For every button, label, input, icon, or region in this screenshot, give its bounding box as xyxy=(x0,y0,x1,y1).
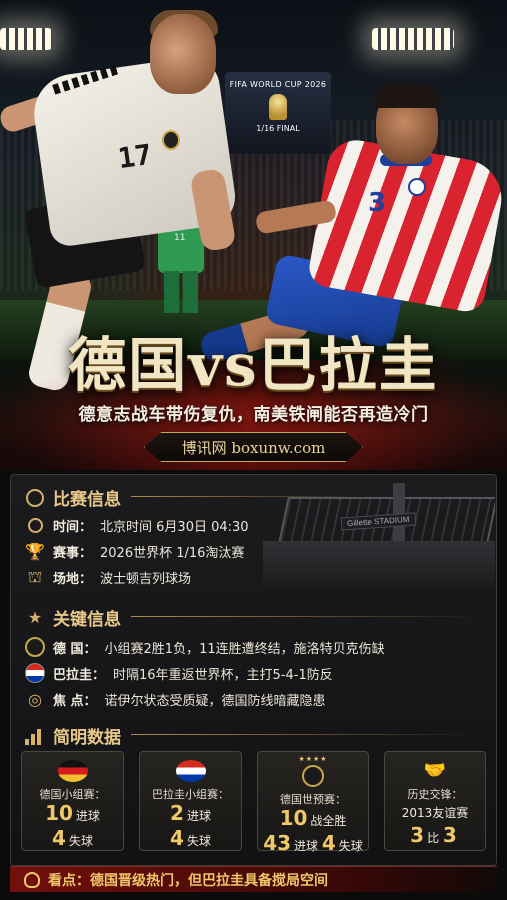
target-icon: ◎ xyxy=(28,689,42,709)
paraguay-player-hair xyxy=(374,84,440,108)
stat-goals-scored-label: 进球 xyxy=(75,809,100,823)
stat-goals-scored: 43 xyxy=(263,831,292,855)
clock-icon xyxy=(25,515,45,535)
star-icon: ★ xyxy=(27,608,43,627)
stat-card-line2: 4 失球 xyxy=(22,827,123,852)
stat-goals-scored-label: 进球 xyxy=(294,839,319,853)
highlight-footer: 看点：德国晋级热门，但巴拉圭具备搅局空间 xyxy=(10,866,497,892)
stat-card-title: 德国小组赛： xyxy=(39,788,106,801)
match-time-row: 时间： 北京时间 6月30日 04:30 xyxy=(25,515,249,535)
paraguay-shirt-number: 3 xyxy=(368,188,387,218)
stats-title: 简明数据 xyxy=(53,728,121,748)
handshake-icon: 🤝 xyxy=(423,760,447,781)
brand-text: 博讯网 boxunw.com xyxy=(181,438,326,457)
germany-crest-icon xyxy=(25,637,45,657)
bar-chart-icon xyxy=(25,727,45,745)
key-info-header: ★ 关键信息 xyxy=(25,605,121,630)
stat-card-line1: 2 进球 xyxy=(140,802,241,827)
stadium-body xyxy=(263,541,495,589)
match-info-header: 比赛信息 xyxy=(25,485,121,510)
headline-paraguay: 巴拉圭 xyxy=(258,331,439,399)
match-venue-value: 波士顿吉列球场 xyxy=(100,571,192,587)
paraguay-flag-icon xyxy=(25,663,45,683)
key-paraguay-row: 巴拉圭： 时隔16年重返世界杯，主打5-4-1防反 xyxy=(25,663,333,683)
stat-goals-scored: 2 xyxy=(170,801,184,825)
stat-goals-conceded-label: 失球 xyxy=(186,834,211,848)
germany-player-head xyxy=(150,14,216,94)
match-time-label: 时间： xyxy=(53,519,93,535)
key-paraguay-value: 时隔16年重返世界杯，主打5-4-1防反 xyxy=(113,667,333,683)
stat-card-title: 德国世预赛： xyxy=(280,793,346,806)
stats-header: 简明数据 xyxy=(25,723,121,748)
brand-link[interactable]: 博讯网 boxunw.com xyxy=(144,432,363,462)
stadium-illustration: Gillette STADIUM xyxy=(243,475,495,593)
key-info-title: 关键信息 xyxy=(53,610,121,630)
match-venue-label: 场地： xyxy=(53,571,93,587)
stat-goals-conceded: 4 xyxy=(52,826,66,850)
stat-card-line1: 10 战全胜 xyxy=(258,807,368,832)
stadium-icon: ⛫ xyxy=(27,566,43,586)
key-germany-row: 德 国： 小组赛2胜1负，11连胜遭终结，施洛特贝克伤缺 xyxy=(25,637,385,657)
stat-goals-scored-label: 进球 xyxy=(186,809,211,823)
section-divider xyxy=(131,734,481,735)
key-focus-value: 诺伊尔状态受质疑，德国防线暗藏隐患 xyxy=(104,693,326,709)
stat-goals-conceded: 4 xyxy=(321,831,336,855)
match-headline: 德国vs巴拉圭 xyxy=(0,318,507,402)
info-panel: Gillette STADIUM 比赛信息 时间： 北京时间 6月30日 04:… xyxy=(10,474,497,866)
germany-shirt-number: 17 xyxy=(115,137,154,176)
stat-card-germany-group: 德国小组赛： 10 进球 4 失球 xyxy=(21,751,124,851)
match-info-title: 比赛信息 xyxy=(53,490,121,510)
stat-goals-conceded-label: 失球 xyxy=(68,834,93,848)
stat-goals-conceded: 4 xyxy=(170,826,184,850)
stat-card-title: 历史交锋： xyxy=(407,788,463,801)
key-germany-label: 德 国： xyxy=(53,641,97,657)
key-focus-label: 焦 点： xyxy=(53,693,97,709)
footer-text: 看点：德国晋级热门，但巴拉圭具备搅局空间 xyxy=(48,872,328,889)
paraguay-flag-icon xyxy=(175,760,206,782)
stat-score-separator: 比 xyxy=(427,831,440,845)
stat-goals-scored: 10 xyxy=(45,801,73,825)
stat-wins-label: 战全胜 xyxy=(310,814,347,828)
stat-card-line2: 3比 3 xyxy=(385,824,485,849)
match-venue-row: ⛫ 场地： 波士顿吉列球场 xyxy=(25,567,191,587)
key-germany-value: 小组赛2胜1负，11连胜遭终结，施洛特贝克伤缺 xyxy=(104,641,385,657)
headline-vs: vs xyxy=(188,331,259,399)
section-divider xyxy=(131,616,481,617)
lightbulb-icon xyxy=(24,871,40,888)
stat-card-line2: 43 进球 4 失球 xyxy=(258,832,368,857)
germany-crest-icon xyxy=(302,765,324,787)
trophy-icon: 🏆 xyxy=(25,541,45,561)
stat-card-line1: 2013友谊赛 xyxy=(401,806,469,820)
stat-goals-conceded-label: 失球 xyxy=(338,839,363,853)
match-event-row: 🏆 赛事： 2026世界杯 1/16淘汰赛 xyxy=(25,541,244,561)
stat-card-line2: 4 失球 xyxy=(140,827,241,852)
stat-card-germany-qualifiers: ★★★★ 德国世预赛： 10 战全胜 43 进球 4 失球 xyxy=(257,751,369,854)
headline-subtitle: 德意志战车带伤复仇，南美铁闸能否再造冷门 xyxy=(78,405,429,425)
four-stars-icon: ★★★★ xyxy=(298,755,328,763)
headline-germany: 德国 xyxy=(68,331,189,399)
match-event-label: 赛事： xyxy=(53,545,93,561)
stat-card-title: 巴拉圭小组赛： xyxy=(152,788,229,801)
germany-flag-icon xyxy=(57,760,88,782)
stat-card-head-to-head: 🤝 历史交锋： 2013友谊赛 3比 3 xyxy=(384,751,486,851)
stat-card-paraguay-group: 巴拉圭小组赛： 2 进球 4 失球 xyxy=(139,751,242,851)
paraguay-crest-icon xyxy=(408,178,426,196)
hero-banner: FIFA WORLD CUP 2026 1/16 FINAL 11 3 17 德… xyxy=(0,0,507,470)
germany-crest-icon xyxy=(162,130,180,150)
match-time-value: 北京时间 6月30日 04:30 xyxy=(100,519,249,535)
floodlight-right xyxy=(372,28,454,50)
stat-score-paraguay: 3 xyxy=(442,823,457,847)
section-divider xyxy=(131,496,361,497)
stat-wins: 10 xyxy=(279,806,308,830)
match-event-value: 2026世界杯 1/16淘汰赛 xyxy=(100,545,245,561)
clock-icon xyxy=(25,488,45,508)
stat-score-germany: 3 xyxy=(410,823,425,847)
stat-card-line1: 10 进球 xyxy=(22,802,123,827)
key-focus-row: ◎ 焦 点： 诺伊尔状态受质疑，德国防线暗藏隐患 xyxy=(25,689,326,709)
key-paraguay-label: 巴拉圭： xyxy=(53,667,106,683)
